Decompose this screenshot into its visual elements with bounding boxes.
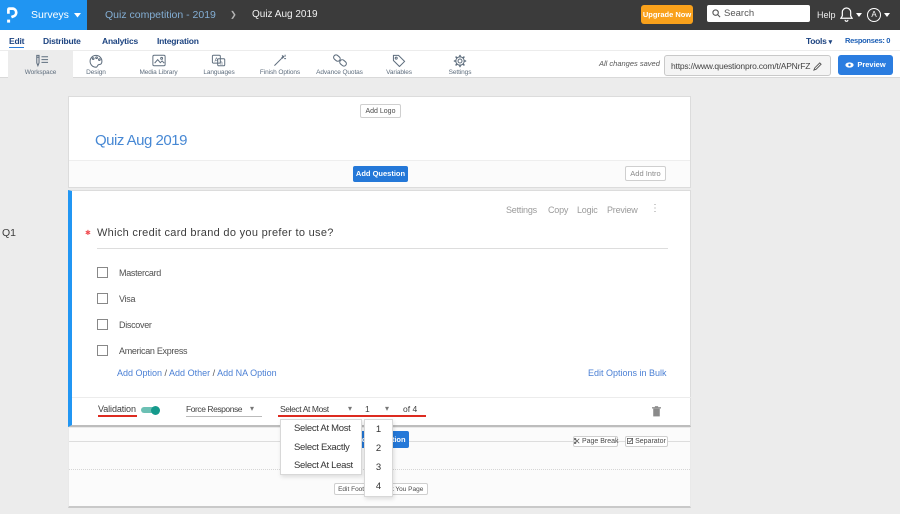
svg-text:a: a: [220, 61, 223, 67]
svg-text:A: A: [214, 57, 218, 63]
